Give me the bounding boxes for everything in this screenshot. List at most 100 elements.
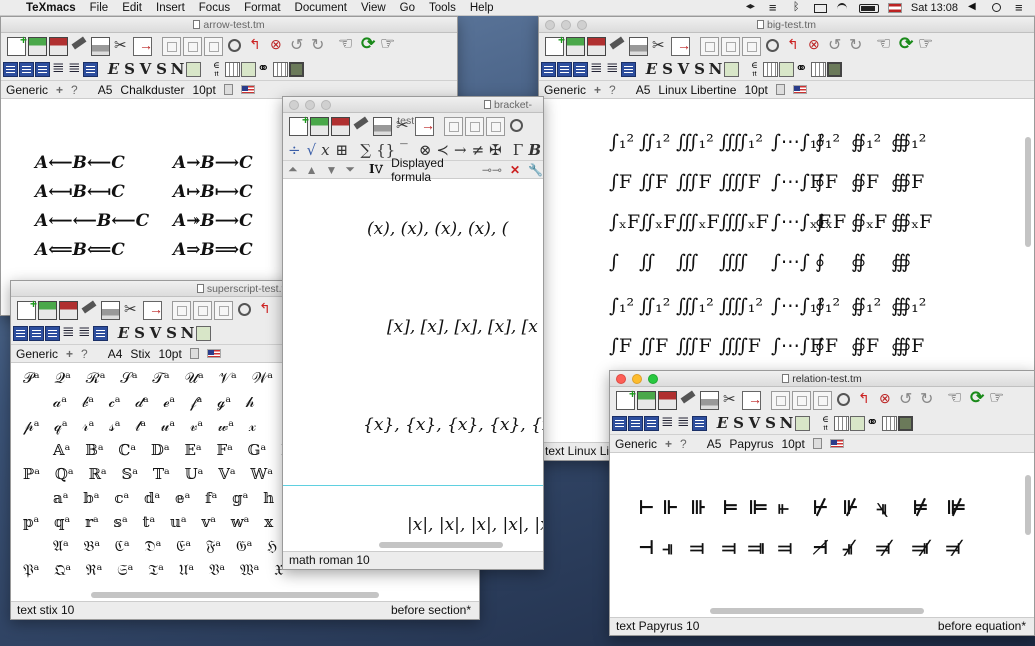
environment-icon[interactable]: [557, 62, 572, 77]
delete-context-icon[interactable]: ✕: [510, 163, 520, 177]
find-icon[interactable]: [235, 301, 254, 320]
back-hand-icon[interactable]: [338, 34, 357, 56]
spreadsheet-icon[interactable]: [811, 62, 826, 77]
strong-icon[interactable]: S: [660, 62, 675, 77]
link-icon[interactable]: [866, 413, 881, 431]
close-document-icon[interactable]: [143, 300, 163, 320]
session-icon[interactable]: [827, 62, 842, 77]
forward-hand-icon[interactable]: [989, 388, 1008, 410]
section-icon[interactable]: [3, 62, 18, 77]
style-selector[interactable]: Generic: [6, 83, 48, 97]
print-icon[interactable]: [373, 116, 392, 136]
print-icon[interactable]: [700, 390, 719, 410]
menu-format[interactable]: Format: [244, 2, 280, 14]
save-file-icon[interactable]: [587, 36, 606, 56]
open-file-icon[interactable]: [310, 116, 329, 136]
environment-icon[interactable]: [19, 62, 34, 77]
verbatim-icon[interactable]: V: [138, 62, 153, 77]
paper-selector[interactable]: A5: [707, 437, 722, 451]
menu-edit[interactable]: Edit: [122, 2, 142, 14]
color-swatch[interactable]: [775, 84, 785, 95]
volume-icon[interactable]: [967, 1, 981, 13]
style-selector[interactable]: Generic: [544, 83, 586, 97]
hammer-icon[interactable]: [352, 117, 371, 136]
sans-serif-icon[interactable]: S: [692, 62, 707, 77]
sans-serif-icon[interactable]: S: [164, 326, 179, 341]
open-file-icon[interactable]: [38, 300, 57, 320]
zoom-window-button[interactable]: [321, 100, 331, 110]
close-document-icon[interactable]: [742, 390, 762, 410]
list-icon[interactable]: [660, 412, 675, 431]
cut-icon[interactable]: [112, 36, 131, 56]
paragraph-icon[interactable]: [573, 62, 588, 77]
style-selector[interactable]: Generic: [16, 347, 58, 361]
new-document-icon[interactable]: [616, 387, 636, 410]
list-icon[interactable]: [51, 58, 66, 77]
clipboard-icon[interactable]: [813, 390, 832, 410]
spotlight-search-icon[interactable]: [990, 3, 1004, 13]
session-icon[interactable]: [289, 62, 304, 77]
hammer-icon[interactable]: [679, 391, 698, 410]
add-package-icon[interactable]: +: [66, 347, 73, 361]
find-icon[interactable]: [507, 117, 526, 136]
name-icon[interactable]: N: [708, 62, 723, 77]
new-document-icon[interactable]: [289, 113, 309, 136]
font-size-selector[interactable]: 10pt: [192, 83, 215, 97]
minimize-window-button[interactable]: [561, 20, 571, 30]
cut-icon[interactable]: [721, 390, 740, 410]
airplay-icon[interactable]: [813, 3, 827, 13]
close-window-button[interactable]: [289, 100, 299, 110]
tag-icon[interactable]: [186, 62, 201, 77]
style-selector[interactable]: Generic: [615, 437, 657, 451]
enumerate-icon[interactable]: [77, 322, 92, 341]
close-document-icon[interactable]: [133, 36, 153, 56]
paste-icon[interactable]: [193, 300, 212, 320]
title-bar[interactable]: arrow-test.tm: [1, 17, 457, 33]
environment-icon[interactable]: [628, 416, 643, 431]
enumerate-icon[interactable]: [67, 58, 82, 77]
stack-icon[interactable]: [767, 0, 781, 15]
strong-icon[interactable]: S: [122, 62, 137, 77]
save-file-icon[interactable]: [59, 300, 78, 320]
color-swatch[interactable]: [223, 84, 233, 95]
list-icon[interactable]: [589, 58, 604, 77]
strong-icon[interactable]: S: [731, 416, 746, 431]
new-document-icon[interactable]: [545, 33, 565, 56]
zoom-window-button[interactable]: [577, 20, 587, 30]
document-area[interactable]: ⊢ ⊩ ⊪ ⊨ ⊫ ⫦ ⊬ ⊮ ⫣⃥ ⊭ ⊯ ⊣ ⫣ ⫤ ⫤ ⫥ ⫤ ⊣̸ ⫣̸ ⫤̸ ⫥̸ ⫤̸: [610, 455, 1034, 617]
print-icon[interactable]: [91, 36, 110, 56]
close-window-button[interactable]: [616, 374, 626, 384]
paste-icon[interactable]: [183, 36, 202, 56]
open-file-icon[interactable]: [566, 36, 585, 56]
fraction-icon[interactable]: ÷: [285, 141, 304, 159]
move-top-icon[interactable]: ▲: [306, 163, 318, 177]
replace-icon[interactable]: [256, 300, 275, 320]
title-bar[interactable]: relation-test.tm: [610, 371, 1034, 387]
session-icon[interactable]: [898, 416, 913, 431]
help-icon[interactable]: ?: [71, 83, 78, 97]
menu-file[interactable]: File: [90, 2, 109, 14]
list-icon[interactable]: [61, 322, 76, 341]
add-package-icon[interactable]: +: [665, 437, 672, 451]
block-icon[interactable]: [93, 326, 108, 341]
menu-clock[interactable]: Sat 13:08: [911, 2, 958, 14]
emphasize-icon[interactable]: E: [116, 326, 131, 341]
move-up-icon[interactable]: ⏶: [288, 162, 298, 177]
replace-icon[interactable]: [784, 36, 803, 56]
bold-math-icon[interactable]: B: [526, 141, 543, 159]
font-selector[interactable]: Stix: [130, 347, 150, 361]
new-document-icon[interactable]: [7, 33, 27, 56]
image-icon[interactable]: [241, 62, 256, 77]
menu-view[interactable]: View: [361, 2, 386, 14]
paragraph-icon[interactable]: [35, 62, 50, 77]
clipboard-icon[interactable]: [486, 116, 505, 136]
name-icon[interactable]: N: [779, 416, 794, 431]
title-bar[interactable]: big-test.tm: [539, 17, 1034, 33]
copy-icon[interactable]: [162, 36, 181, 56]
redo-icon[interactable]: [847, 35, 866, 56]
paper-selector[interactable]: A5: [98, 83, 113, 97]
undo-icon[interactable]: [897, 389, 916, 410]
fraction-icon[interactable]: ∈ 𝔫: [209, 62, 224, 79]
move-down-icon[interactable]: ▼: [326, 163, 338, 177]
language-flag-icon[interactable]: [829, 439, 844, 448]
